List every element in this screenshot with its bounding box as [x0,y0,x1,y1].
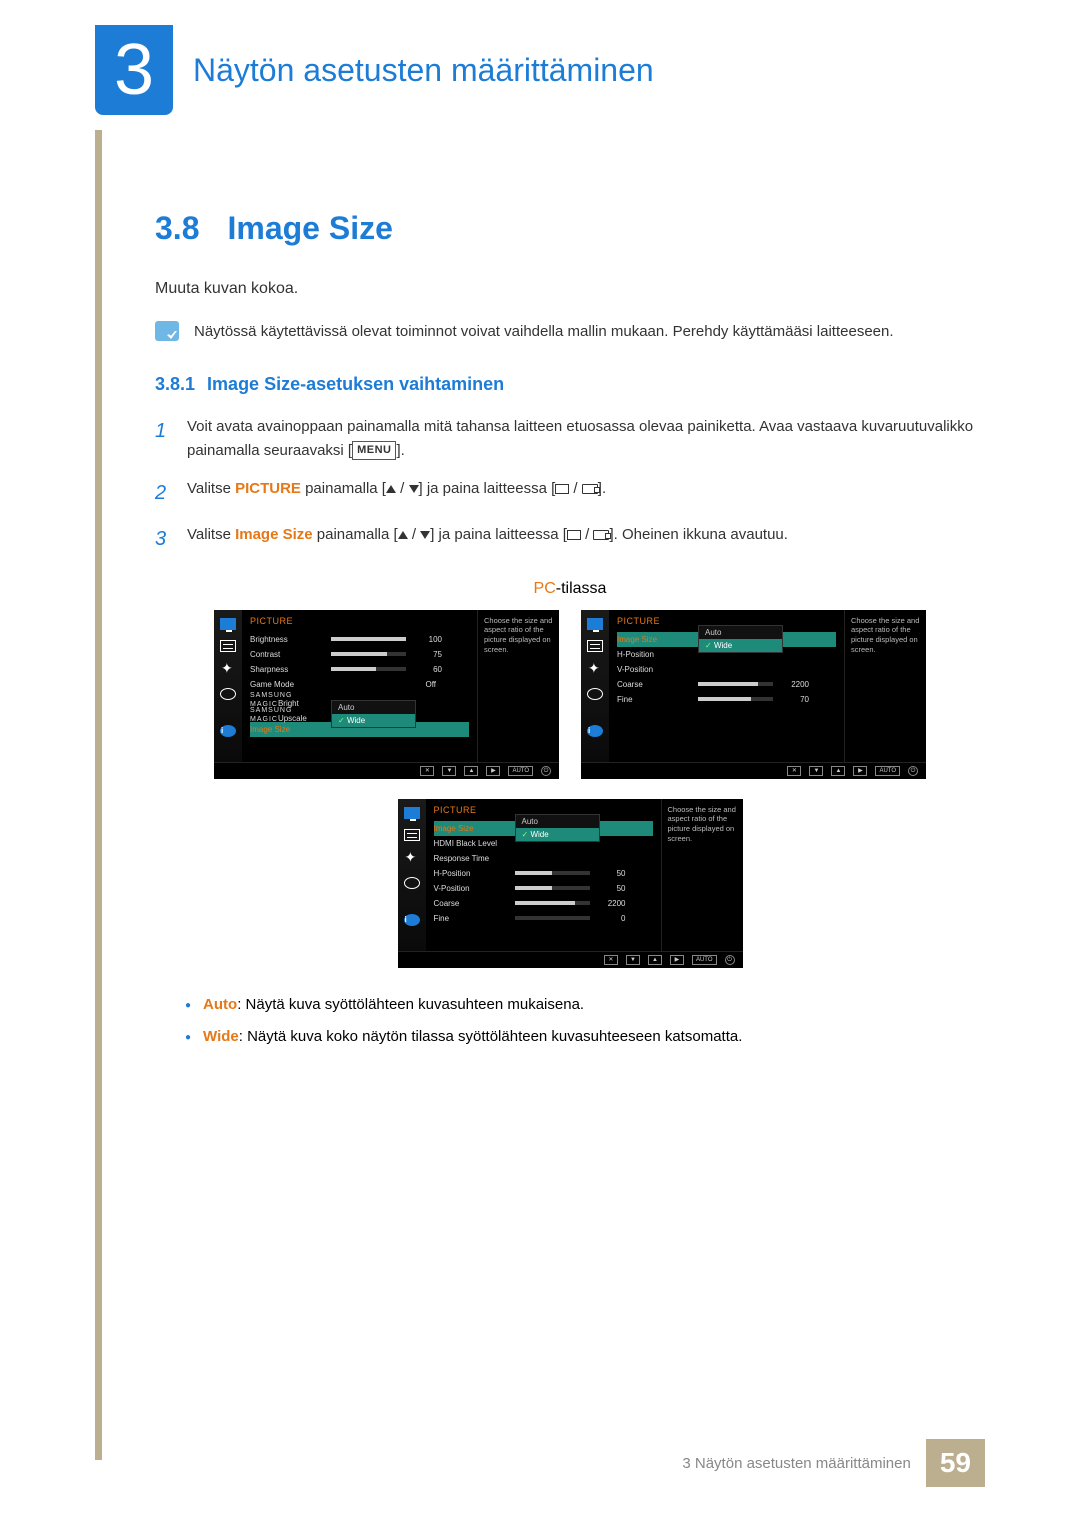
osd-panel-1: i PICTUREBrightness100Contrast75Sharpnes… [214,610,559,779]
info-text: Näytössä käytettävissä olevat toiminnot … [194,321,894,344]
bullet-wide: ●Wide: Näytä kuva koko näytön tilassa sy… [185,1025,985,1049]
osd-footer: ✕▼▲▶ AUTO⏻ [398,951,743,968]
step-2: 2 Valitse PICTURE painamalla [ / ] ja pa… [155,477,985,509]
step-1: 1 Voit avata avainoppaan painamalla mitä… [155,415,985,463]
osd-item: Brightness100 [250,632,469,647]
list-icon [404,829,420,841]
monitor-icon [587,618,603,630]
gear-icon [404,877,420,889]
osd-item: Fine70 [617,692,836,707]
up-arrow-icon [398,531,408,539]
bullet-list: ●Auto: Näytä kuva syöttölähteen kuvasuht… [155,993,985,1049]
arrows-icon [220,662,236,678]
osd-panel-2: i PICTUREImage SizeAutoWideH-PositionV-P… [581,610,926,779]
osd-item: Coarse2200 [617,677,836,692]
info-circle-icon: i [404,914,420,926]
osd-dropdown[interactable]: AutoWide [698,625,783,653]
chapter-title: Näytön asetusten määrittäminen [193,52,654,89]
gear-icon [587,688,603,700]
osd-item: Fine0 [434,911,653,926]
button-icon-2 [593,530,609,540]
sidebar-stripe [95,130,102,1460]
steps-list: 1 Voit avata avainoppaan painamalla mitä… [155,415,985,555]
menu-button-label: MENU [352,441,396,461]
page-header: 3 Näytön asetusten määrittäminen [95,0,985,115]
step-3: 3 Valitse Image Size painamalla [ / ] ja… [155,523,985,555]
osd-item: Image SizeAutoWide [617,632,836,647]
osd-item: Contrast75 [250,647,469,662]
osd-item: Coarse2200 [434,896,653,911]
osd-dropdown[interactable]: AutoWide [515,814,600,842]
section-intro: Muuta kuvan kokoa. [155,277,985,301]
gear-icon [220,688,236,700]
osd-item: Sharpness60 [250,662,469,677]
arrows-icon [404,851,420,867]
osd-item: SAMSUNGMAGICUpscaleAutoWide [250,707,469,722]
page-number: 59 [926,1439,985,1487]
osd-item: Image SizeAutoWide [434,821,653,836]
osd-panel-3: i PICTUREImage SizeAutoWideHDMI Black Le… [398,799,743,968]
info-note: Näytössä käytettävissä olevat toiminnot … [155,321,985,344]
page-footer: 3 Näytön asetusten määrittäminen 59 [682,1439,985,1487]
info-circle-icon: i [587,725,603,737]
button-icon-2 [582,484,598,494]
osd-dropdown[interactable]: AutoWide [331,700,416,728]
info-circle-icon: i [220,725,236,737]
subsection-heading: 3.8.1Image Size-asetuksen vaihtaminen [155,374,985,395]
osd-item: Response Time [434,851,653,866]
list-icon [587,640,603,652]
up-arrow-icon [386,485,396,493]
info-icon [155,321,179,341]
osd-footer: ✕▼▲▶ AUTO⏻ [214,762,559,779]
button-icon [555,484,569,494]
footer-text: 3 Näytön asetusten määrittäminen [682,1455,925,1472]
down-arrow-icon [409,485,419,493]
arrows-icon [587,662,603,678]
monitor-icon [404,807,420,819]
section-heading: 3.8Image Size [155,210,985,247]
osd-item: V-Position [617,662,836,677]
bullet-auto: ●Auto: Näytä kuva syöttölähteen kuvasuht… [185,993,985,1017]
button-icon [567,530,581,540]
chapter-number: 3 [95,25,173,115]
down-arrow-icon [420,531,430,539]
osd-footer: ✕▼▲▶ AUTO⏻ [581,762,926,779]
mode-label: PC-tilassa [155,580,985,598]
osd-item: H-Position50 [434,866,653,881]
monitor-icon [220,618,236,630]
osd-item: V-Position50 [434,881,653,896]
list-icon [220,640,236,652]
